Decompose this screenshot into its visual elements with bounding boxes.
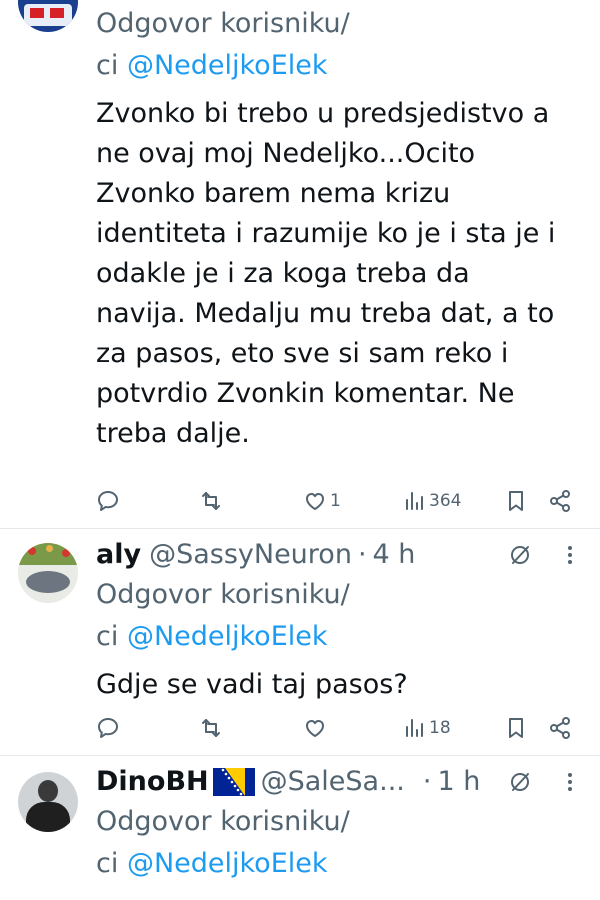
separator-dot: · [357, 539, 367, 570]
retweet-button[interactable] [199, 713, 223, 743]
reply-context: Odgovor korisniku/ [96, 579, 350, 611]
display-name[interactable]: DinoBH [96, 766, 209, 798]
grok-button[interactable] [508, 770, 532, 794]
tweet-2[interactable]: aly @SassyNeuron · 4 h Odgovor korisniku… [0, 529, 600, 755]
tweet-text-line: treba dalje. [96, 418, 250, 449]
like-button[interactable] [303, 713, 330, 743]
tweet-text-line: navija. Medalju mu treba dat, a to [96, 298, 555, 329]
views-count: 364 [429, 491, 462, 511]
tweet-text: Gdje se vadi taj pasos? [96, 665, 586, 705]
reply-context-prefix: ci [96, 848, 127, 879]
like-button[interactable]: 1 [303, 486, 341, 516]
tweet-text-line: Gdje se vadi taj pasos? [96, 669, 408, 700]
tweet-1[interactable]: Odgovor korisniku/ ci @NedeljkoElek Zvon… [0, 0, 600, 528]
tweet-text-line: ne ovaj moj Nedeljko...Ocito [96, 138, 476, 169]
reply-context-line2: ci @NedeljkoElek [96, 621, 328, 653]
share-icon [550, 490, 570, 512]
mention-link[interactable]: @NedeljkoElek [127, 621, 328, 652]
reply-context-prefix: ci [96, 621, 127, 652]
retweet-button[interactable] [199, 486, 223, 516]
more-icon [568, 546, 572, 564]
bosnia-flag-icon [212, 768, 255, 796]
views-icon [406, 719, 423, 737]
user-handle[interactable]: @SassyNeuron [149, 539, 352, 571]
timestamp[interactable]: 1 h [437, 766, 480, 798]
reply-context: Odgovor korisniku/ [96, 806, 350, 838]
reply-icon [98, 491, 118, 511]
share-button[interactable] [548, 713, 572, 743]
more-icon [568, 773, 572, 791]
like-count: 1 [330, 491, 341, 511]
tweet-text-line: Zvonko barem nema krizu [96, 178, 451, 209]
grok-icon [511, 546, 529, 564]
bookmark-icon [509, 718, 523, 738]
grok-button[interactable] [508, 543, 532, 567]
tweet-text-line: identiteta i razumije ko je i sta je i [96, 218, 556, 249]
display-name[interactable]: aly [96, 539, 141, 571]
tweet-actions: 18 [96, 713, 581, 743]
reply-button[interactable] [96, 486, 120, 516]
tweet-actions: 1 364 [96, 486, 581, 516]
grok-icon [511, 773, 529, 791]
more-button[interactable] [560, 770, 580, 794]
retweet-icon [202, 719, 220, 737]
views-button[interactable]: 18 [402, 713, 451, 743]
views-button[interactable]: 364 [402, 486, 461, 516]
avatar[interactable] [18, 772, 78, 832]
tweet-3[interactable]: DinoBH @SaleSa... · 1 h Odgovor korisnik… [0, 756, 600, 900]
share-icon [550, 717, 570, 739]
share-button[interactable] [548, 486, 572, 516]
mention-link[interactable]: @NedeljkoElek [127, 848, 328, 879]
user-handle[interactable]: @SaleSa... [261, 766, 405, 798]
reply-context-label: Odgovor korisniku/ [96, 806, 350, 837]
bookmark-button[interactable] [504, 486, 528, 516]
bookmark-button[interactable] [504, 713, 528, 743]
tweet-text-line: potvrdio Zvonkin komentar. Ne [96, 378, 515, 409]
tweet-header: aly @SassyNeuron · 4 h [96, 539, 415, 571]
tweet-text-line: Zvonko bi trebo u predsjedistvo a [96, 98, 550, 129]
more-button[interactable] [560, 543, 580, 567]
reply-context-prefix: ci [96, 50, 127, 81]
reply-context-label: Odgovor korisniku/ [96, 579, 350, 610]
avatar[interactable] [18, 543, 78, 603]
retweet-icon [202, 492, 220, 510]
reply-context-label: Odgovor korisniku/ [96, 8, 350, 39]
separator-dot: · [422, 766, 432, 797]
tweet-header: DinoBH @SaleSa... · 1 h [96, 766, 480, 798]
timestamp[interactable]: 4 h [373, 539, 416, 571]
views-icon [406, 492, 423, 510]
reply-context-line2: ci @NedeljkoElek [96, 50, 328, 82]
reply-icon [98, 718, 118, 738]
like-icon [306, 493, 324, 510]
tweet-text-line: odakle je i za koga treba da [96, 258, 470, 289]
mention-link[interactable]: @NedeljkoElek [127, 50, 328, 81]
reply-context-line2: ci @NedeljkoElek [96, 848, 328, 880]
reply-button[interactable] [96, 713, 120, 743]
reply-context: Odgovor korisniku/ [96, 8, 350, 40]
tweet-text: Zvonko bi trebo u predsjedistvo a ne ova… [96, 94, 586, 454]
bookmark-icon [509, 491, 523, 511]
views-count: 18 [429, 718, 451, 738]
avatar[interactable] [18, 0, 78, 32]
like-icon [306, 720, 324, 737]
tweet-text-line: za pasos, eto sve si sam reko i [96, 338, 509, 369]
